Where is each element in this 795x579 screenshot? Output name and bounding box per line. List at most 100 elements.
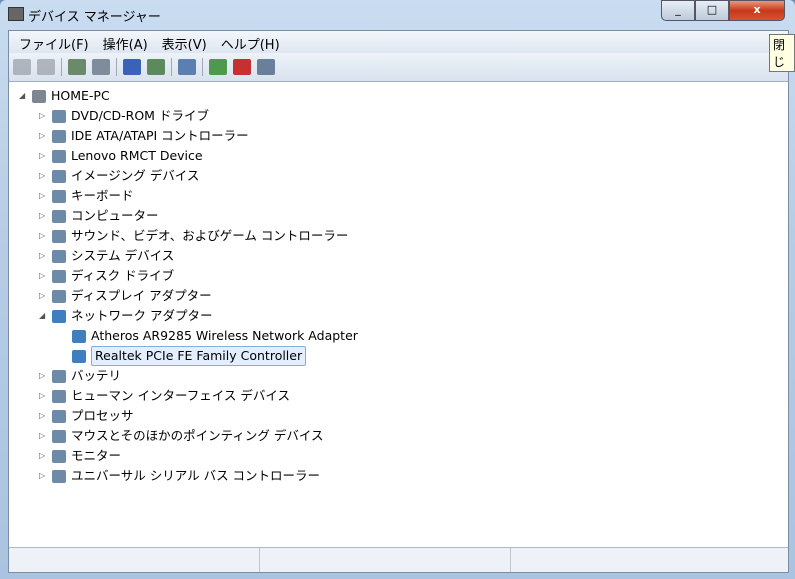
tree-item[interactable]: ▷ サウンド、ビデオ、およびゲーム コントローラー: [39, 227, 348, 245]
toolbar-separator: [171, 58, 172, 76]
tree-item[interactable]: ▷ システム デバイス: [39, 247, 174, 265]
show-hide-console-tree-icon[interactable]: [68, 59, 86, 75]
scan-hardware-icon[interactable]: [178, 59, 196, 75]
expand-arrow-icon[interactable]: ▷: [39, 367, 49, 385]
tree-item-label: システム デバイス: [71, 248, 175, 263]
tree-item-label: DVD/CD-ROM ドライブ: [71, 108, 209, 123]
usb-icon: [52, 469, 66, 483]
expand-arrow-icon[interactable]: ▷: [39, 147, 49, 165]
system-icon: [52, 249, 66, 263]
tree-item-label: バッテリ: [71, 368, 122, 383]
hid-icon: [52, 389, 66, 403]
expand-arrow-icon[interactable]: ◢: [19, 87, 29, 105]
back-icon[interactable]: [13, 59, 31, 75]
update-driver-icon[interactable]: [209, 59, 227, 75]
monitor-icon: [52, 449, 66, 463]
network-icon: [52, 309, 66, 323]
expand-arrow-icon[interactable]: ▷: [39, 227, 49, 245]
expand-arrow-icon[interactable]: ▷: [39, 467, 49, 485]
computer-icon: [32, 89, 46, 103]
display-icon: [52, 289, 66, 303]
tree-item[interactable]: ▷ イメージング デバイス: [39, 167, 199, 185]
disable-icon[interactable]: [257, 59, 275, 75]
tree-item-label: IDE ATA/ATAPI コントローラー: [71, 128, 249, 143]
tree-item[interactable]: ▷ Lenovo RMCT Device: [39, 147, 203, 165]
tree-subitem[interactable]: Realtek PCIe FE Family Controller: [59, 346, 307, 366]
tree-item-label: マウスとそのほかのポインティング デバイス: [71, 428, 324, 443]
network-adapter-icon: [72, 349, 86, 363]
tree-item-label: HOME-PC: [51, 88, 110, 103]
tree-item[interactable]: ▷ ユニバーサル シリアル バス コントローラー: [39, 467, 320, 485]
camera-icon: [52, 169, 66, 183]
tree-item-label: ヒューマン インターフェイス デバイス: [71, 388, 290, 403]
menu-view[interactable]: 表示(V): [156, 31, 215, 53]
help-icon[interactable]: [123, 59, 141, 75]
tree-item[interactable]: ▷ コンピューター: [39, 207, 159, 225]
tree-item-label: ディスプレイ アダプター: [71, 288, 212, 303]
tree-item-label: キーボード: [71, 188, 134, 203]
tree-item[interactable]: ▷ IDE ATA/ATAPI コントローラー: [39, 127, 249, 145]
expand-arrow-icon[interactable]: ◢: [39, 307, 49, 325]
toolbar-separator: [116, 58, 117, 76]
device-manager-icon: [8, 7, 24, 21]
expand-arrow-icon[interactable]: ▷: [39, 167, 49, 185]
menu-help[interactable]: ヘルプ(H): [215, 31, 288, 53]
expand-arrow-icon[interactable]: ▷: [39, 127, 49, 145]
expand-arrow-icon[interactable]: ▷: [39, 267, 49, 285]
tree-item[interactable]: ▷ モニター: [39, 447, 121, 465]
menu-bar: ファイル(F) 操作(A) 表示(V) ヘルプ(H): [9, 31, 788, 53]
expand-arrow-icon[interactable]: ▷: [39, 387, 49, 405]
status-bar: [9, 547, 788, 572]
uninstall-icon[interactable]: [233, 59, 251, 75]
minimize-button[interactable]: _: [661, 0, 695, 21]
tree-item[interactable]: ▷ ヒューマン インターフェイス デバイス: [39, 387, 290, 405]
maximize-button[interactable]: □: [695, 0, 729, 21]
toolbar: [9, 53, 788, 82]
tree-root[interactable]: ◢ HOME-PC: [19, 87, 110, 105]
keyboard-icon: [52, 189, 66, 203]
dvd-icon: [52, 109, 66, 123]
close-button[interactable]: x: [729, 0, 785, 21]
tree-item[interactable]: ▷ DVD/CD-ROM ドライブ: [39, 107, 209, 125]
expand-arrow-icon[interactable]: ▷: [39, 187, 49, 205]
tree-item-label: プロセッサ: [71, 408, 134, 423]
tree-item[interactable]: ▷ バッテリ: [39, 367, 121, 385]
properties-icon[interactable]: [92, 59, 110, 75]
tree-item-label: サウンド、ビデオ、およびゲーム コントローラー: [71, 228, 349, 243]
window-title: デバイス マネージャー: [28, 10, 161, 25]
expand-arrow-icon[interactable]: ▷: [39, 407, 49, 425]
expand-arrow-icon[interactable]: ▷: [39, 107, 49, 125]
tree-item[interactable]: ▷ ディスプレイ アダプター: [39, 287, 212, 305]
tree-item-label: イメージング デバイス: [71, 168, 200, 183]
menu-file[interactable]: ファイル(F): [13, 31, 97, 53]
tree-item-label: Atheros AR9285 Wireless Network Adapter: [91, 328, 358, 343]
battery-icon: [52, 369, 66, 383]
expand-arrow-icon[interactable]: ▷: [39, 287, 49, 305]
tree-item-label: ネットワーク アダプター: [71, 308, 213, 323]
tree-item[interactable]: ▷ プロセッサ: [39, 407, 134, 425]
action-pane-icon[interactable]: [147, 59, 165, 75]
expand-arrow-icon[interactable]: ▷: [39, 207, 49, 225]
tree-item-label: モニター: [71, 448, 122, 463]
tree-item[interactable]: ◢ ネットワーク アダプター: [39, 307, 212, 325]
tree-item[interactable]: ▷ マウスとそのほかのポインティング デバイス: [39, 427, 323, 445]
tree-item[interactable]: ▷ ディスク ドライブ: [39, 267, 174, 285]
computer-icon: [52, 209, 66, 223]
expand-arrow-icon[interactable]: ▷: [39, 427, 49, 445]
expand-arrow-icon[interactable]: ▷: [39, 247, 49, 265]
forward-icon[interactable]: [37, 59, 55, 75]
device-tree[interactable]: ◢ HOME-PC ▷ DVD/CD-ROM ドライブ ▷ IDE ATA/ATAPI コ…: [9, 84, 788, 547]
menu-action[interactable]: 操作(A): [97, 31, 156, 53]
disk-icon: [52, 269, 66, 283]
toolbar-separator: [202, 58, 203, 76]
close-tooltip: 閉じ: [769, 34, 795, 72]
toolbar-separator: [61, 58, 62, 76]
mouse-icon: [52, 429, 66, 443]
ide-icon: [52, 129, 66, 143]
tree-subitem[interactable]: Atheros AR9285 Wireless Network Adapter: [59, 327, 358, 345]
tree-item-label: ディスク ドライブ: [71, 268, 175, 283]
client-area: ファイル(F) 操作(A) 表示(V) ヘルプ(H) ◢ HOME-PC ▷ DVD/…: [8, 30, 789, 573]
tree-item[interactable]: ▷ キーボード: [39, 187, 134, 205]
expand-arrow-icon[interactable]: ▷: [39, 447, 49, 465]
tree-item-label: Lenovo RMCT Device: [71, 148, 203, 163]
